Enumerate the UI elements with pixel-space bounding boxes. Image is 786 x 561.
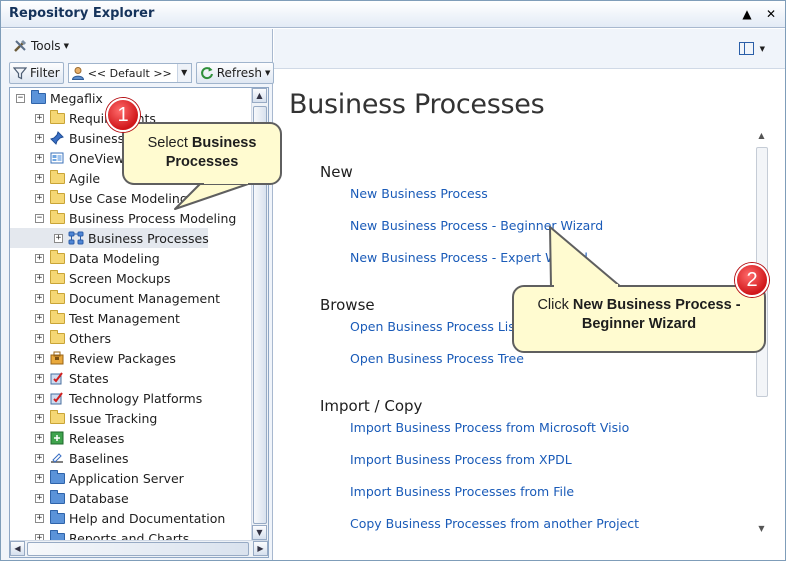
callout-badge-2: 2 <box>735 263 769 297</box>
repository-explorer-window: Repository Explorer ▲ ✕ Tools ▼ Filter <… <box>0 0 786 561</box>
callout-2-pointer-cover <box>554 284 618 288</box>
